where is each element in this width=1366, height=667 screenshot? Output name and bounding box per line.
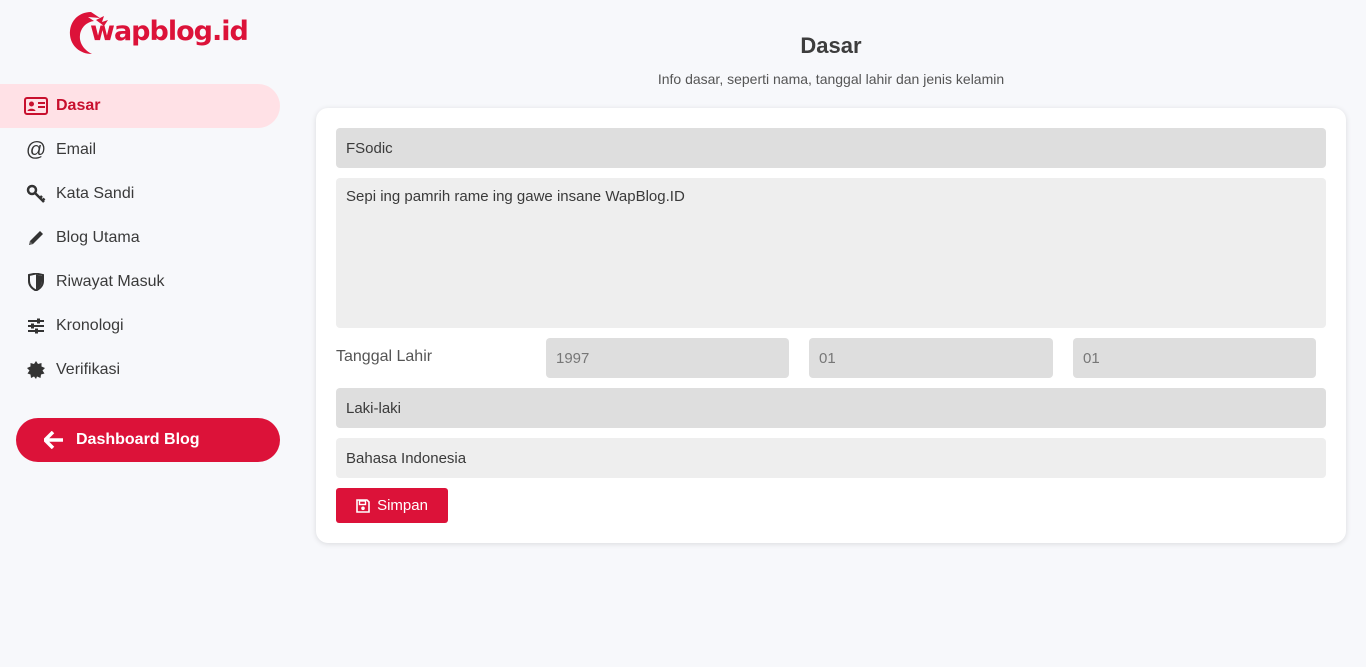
language-select[interactable]: Bahasa Indonesia: [336, 438, 1326, 478]
page-title: Dasar: [800, 33, 862, 58]
sidebar-item-label: Email: [56, 141, 97, 158]
logo-text: wapblog.id: [90, 16, 249, 47]
sidebar-item-label: Kata Sandi: [56, 185, 135, 202]
floppy-disk-icon: [356, 498, 370, 513]
sidebar-item-dasar[interactable]: Dasar: [0, 84, 280, 128]
save-button[interactable]: Simpan: [336, 488, 448, 523]
sidebar-item-kronologi[interactable]: Kronologi: [0, 304, 280, 348]
sliders-icon: [24, 314, 48, 338]
gender-select[interactable]: Laki-laki: [336, 388, 1326, 428]
basic-info-form: FSodic Sepi ing pamrih rame ing gawe ins…: [316, 108, 1346, 543]
birth-year-field[interactable]: 1997: [546, 338, 789, 378]
badge-icon: [24, 358, 48, 382]
sidebar-item-label: Verifikasi: [56, 361, 121, 378]
sidebar: wapblog.id Dasar @ Email Kata Sandi Blog…: [0, 0, 300, 667]
sidebar-item-kata-sandi[interactable]: Kata Sandi: [0, 172, 280, 216]
dashboard-blog-button[interactable]: Dashboard Blog: [16, 418, 280, 462]
name-field[interactable]: FSodic: [336, 128, 1326, 168]
sidebar-item-label: Blog Utama: [56, 229, 140, 246]
sidebar-item-riwayat-masuk[interactable]: Riwayat Masuk: [0, 260, 280, 304]
arrow-left-icon: [42, 428, 66, 452]
bio-textarea[interactable]: Sepi ing pamrih rame ing gawe insane Wap…: [336, 178, 1326, 328]
shield-icon: [24, 270, 48, 294]
sidebar-item-email[interactable]: @ Email: [0, 128, 280, 172]
sidebar-item-verifikasi[interactable]: Verifikasi: [0, 348, 280, 392]
sidebar-item-label: Riwayat Masuk: [56, 273, 165, 290]
birth-month-field[interactable]: 01: [809, 338, 1053, 378]
birth-date-label: Tanggal Lahir: [336, 348, 433, 365]
key-icon: [24, 182, 48, 206]
save-button-label: Simpan: [377, 497, 428, 514]
at-icon: @: [25, 138, 47, 161]
wapblog-logo[interactable]: wapblog.id: [66, 8, 249, 58]
sidebar-item-label: Dasar: [56, 97, 101, 114]
id-card-icon: [24, 94, 48, 118]
dashboard-blog-label: Dashboard Blog: [76, 431, 200, 448]
sidebar-nav: Dasar @ Email Kata Sandi Blog Utama Riwa…: [0, 84, 280, 392]
page-subtitle: Info dasar, seperti nama, tanggal lahir …: [657, 71, 1005, 87]
sidebar-item-label: Kronologi: [56, 317, 124, 334]
sidebar-item-blog-utama[interactable]: Blog Utama: [0, 216, 280, 260]
pencil-icon: [24, 226, 48, 250]
birth-day-field[interactable]: 01: [1073, 338, 1316, 378]
